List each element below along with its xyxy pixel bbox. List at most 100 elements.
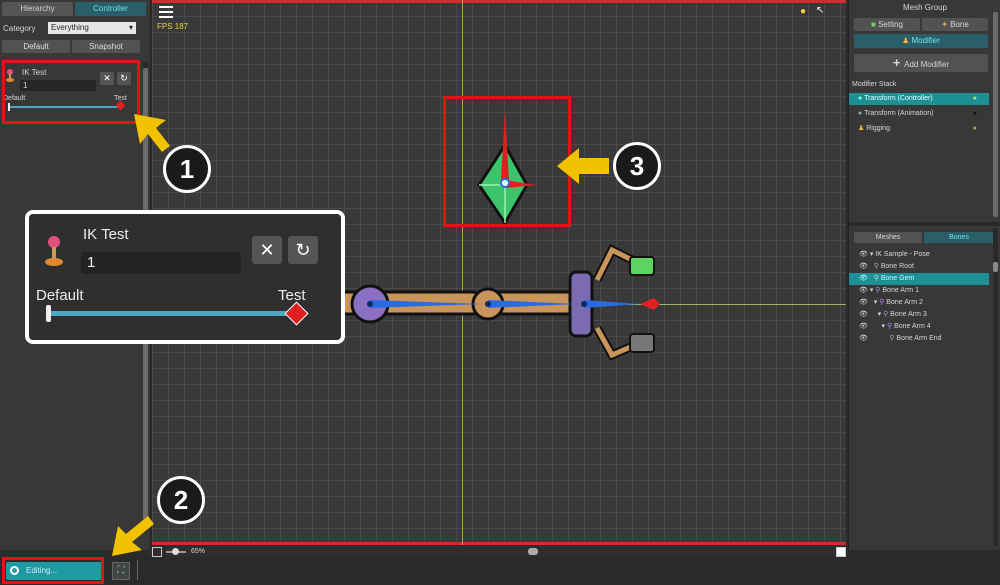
- eye-icon[interactable]: 👁: [859, 287, 868, 294]
- tab-bones[interactable]: Bones: [924, 232, 994, 243]
- tab-setting[interactable]: ■ Setting: [854, 18, 920, 31]
- callout-arrow-3: [557, 148, 609, 184]
- bone-tree-item[interactable]: 👁 ▾ ⚲ Bone Arm 3: [849, 309, 989, 321]
- bone-icon: ✦: [941, 20, 951, 29]
- menu-icon[interactable]: [159, 5, 173, 18]
- zoom-level: 65%: [191, 548, 206, 555]
- default-button[interactable]: Default: [2, 40, 70, 53]
- bone-tree-item[interactable]: 👁 ▾ IK Sample - Pose: [849, 249, 989, 261]
- category-select[interactable]: Everything ▾: [48, 22, 136, 34]
- bone-icon: ⚲: [875, 287, 881, 294]
- tab-setting-label: Setting: [878, 20, 903, 29]
- callout-arrow-1: [134, 114, 170, 152]
- lightbulb-icon[interactable]: ●: [973, 108, 977, 120]
- edit-mode-icon[interactable]: ⛶: [112, 562, 130, 580]
- zoomed-param-name: IK Test: [83, 226, 129, 243]
- bone-tree-item[interactable]: 👁 ▾ ⚲ Bone Arm 2: [849, 297, 989, 309]
- highlight-param-box: [2, 60, 140, 124]
- callout-badge: 1: [163, 145, 211, 193]
- lightbulb-icon[interactable]: ●: [973, 93, 977, 105]
- panel-divider[interactable]: [849, 222, 1000, 226]
- tab-controller[interactable]: Controller: [75, 2, 146, 16]
- zoomed-slider-start-handle: [46, 305, 51, 322]
- joystick-icon: [43, 234, 65, 268]
- modifier-item[interactable]: ● Transform (Animation) ●: [849, 108, 989, 120]
- reset-icon[interactable]: ↻: [288, 236, 318, 264]
- bone-icon: ⚲: [879, 299, 885, 306]
- modifier-item-icon: ●: [858, 95, 863, 102]
- bone-icon: ⚲: [873, 275, 879, 282]
- corner-icon[interactable]: [836, 547, 846, 557]
- tab-modifier[interactable]: ♟ Modifier: [854, 34, 988, 48]
- right-lower-scrollbar-thumb[interactable]: [993, 262, 998, 272]
- bone-tree-item[interactable]: 👁 ⚲ Bone Gem: [849, 273, 989, 285]
- viewport-toolbar: 65%: [148, 546, 846, 557]
- fps-counter: FPS 187: [157, 22, 189, 31]
- lightbulb-icon[interactable]: ●: [800, 6, 806, 17]
- status-divider: [137, 560, 138, 580]
- zoomed-slider-max-label: Test: [278, 287, 306, 304]
- close-icon[interactable]: ✕: [252, 236, 282, 264]
- bone-tree-item[interactable]: 👁 ▾ ⚲ Bone Arm 4: [849, 321, 989, 333]
- eye-icon[interactable]: 👁: [859, 263, 868, 270]
- modifier-stack-title: Modifier Stack: [852, 81, 897, 88]
- chevron-down-icon: ▾: [128, 23, 133, 32]
- bone-icon: ⚲: [886, 323, 893, 330]
- zoom-slider-handle[interactable]: [172, 548, 179, 555]
- modifier-item-label: Transform (Controller): [864, 95, 933, 102]
- modifier-item-label: Rigging: [866, 125, 890, 132]
- plus-icon: +: [892, 55, 905, 70]
- lightbulb-icon[interactable]: ●: [973, 123, 977, 135]
- bone-tree-label: Bone Gem: [880, 275, 915, 282]
- highlight-editing-box: [2, 557, 104, 584]
- eye-icon[interactable]: 👁: [859, 251, 868, 258]
- category-label: Category: [3, 24, 36, 33]
- horizontal-scroll-thumb[interactable]: [528, 548, 538, 555]
- bone-icon: ⚲: [883, 311, 889, 318]
- tab-bone[interactable]: ✦ Bone: [922, 18, 988, 31]
- modifier-item[interactable]: ♟ Rigging ●: [849, 123, 989, 135]
- viewport-bottom-border: [152, 542, 846, 545]
- eye-icon[interactable]: 👁: [859, 323, 868, 330]
- bone-tree-label: Bone Arm End: [896, 335, 942, 342]
- add-modifier-button[interactable]: + Add Modifier: [854, 54, 988, 72]
- bone-tree-label: IK Sample - Pose: [875, 251, 930, 258]
- callout-badge: 3: [613, 142, 661, 190]
- callout-badge: 2: [157, 476, 205, 524]
- zoomed-param-panel: IK Test 1 ✕ ↻ Default Test: [25, 210, 345, 344]
- right-lower-scrollbar[interactable]: [993, 228, 998, 546]
- add-modifier-label: Add Modifier: [904, 60, 950, 69]
- right-upper-scrollbar[interactable]: [993, 12, 998, 217]
- zoomed-slider-handle[interactable]: [284, 301, 309, 326]
- zoomed-param-slider[interactable]: [49, 311, 295, 316]
- eye-icon[interactable]: 👁: [859, 335, 868, 342]
- bone-tree-label: Bone Arm 3: [890, 311, 927, 318]
- modifier-item[interactable]: ● Transform (Controller) ●: [849, 93, 989, 105]
- snapshot-button[interactable]: Snapshot: [72, 40, 140, 53]
- modifier-item-icon: ●: [858, 110, 863, 117]
- highlight-gem-box: [443, 96, 571, 227]
- bone-tree-label: Bone Arm 4: [894, 323, 931, 330]
- bone-tree-item[interactable]: 👁 ⚲ Bone Root: [849, 261, 989, 273]
- tab-hierarchy[interactable]: Hierarchy: [2, 2, 73, 16]
- category-select-value: Everything: [51, 23, 89, 32]
- right-panel: Mesh Group ■ Setting ✦ Bone ♟ Modifier +…: [848, 0, 1000, 550]
- bone-tree-label: Bone Arm 1: [882, 287, 919, 294]
- callout-arrow-2: [112, 516, 154, 556]
- viewport-top-border: [152, 0, 846, 3]
- pointer-icon[interactable]: ↖: [816, 5, 824, 16]
- tab-meshes[interactable]: Meshes: [854, 232, 922, 243]
- eye-icon[interactable]: 👁: [859, 275, 868, 282]
- bone-tree-label: Bone Root: [880, 263, 914, 270]
- eye-icon[interactable]: 👁: [859, 299, 868, 306]
- bone-icon: ⚲: [889, 335, 895, 342]
- zoomed-param-value-field[interactable]: 1: [81, 252, 241, 274]
- eye-icon[interactable]: 👁: [859, 311, 868, 318]
- bone-icon: ⚲: [873, 263, 879, 270]
- tab-modifier-label: Modifier: [911, 36, 940, 45]
- modifier-item-icon: ♟: [858, 125, 865, 132]
- bone-tree-item[interactable]: 👁 ▾ ⚲ Bone Arm 1: [849, 285, 989, 297]
- mesh-group-title: Mesh Group: [902, 3, 948, 12]
- status-bar: [0, 557, 1000, 585]
- bone-tree-item[interactable]: 👁 ⚲ Bone Arm End: [849, 333, 989, 345]
